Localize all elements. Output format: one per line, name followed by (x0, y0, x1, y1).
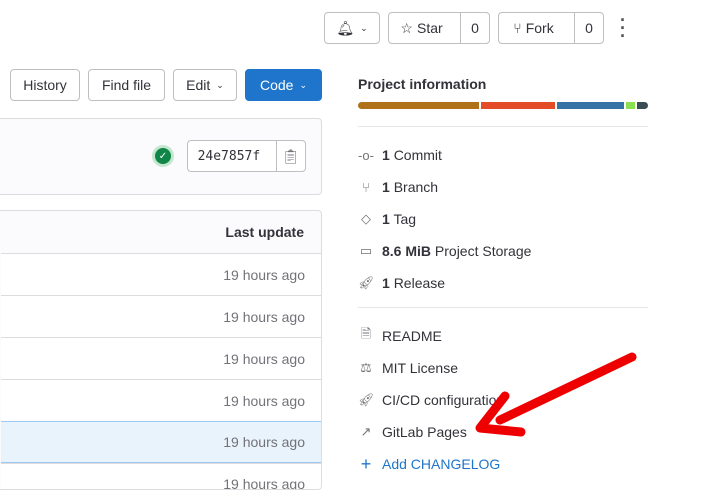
annotation-arrow (475, 352, 637, 437)
